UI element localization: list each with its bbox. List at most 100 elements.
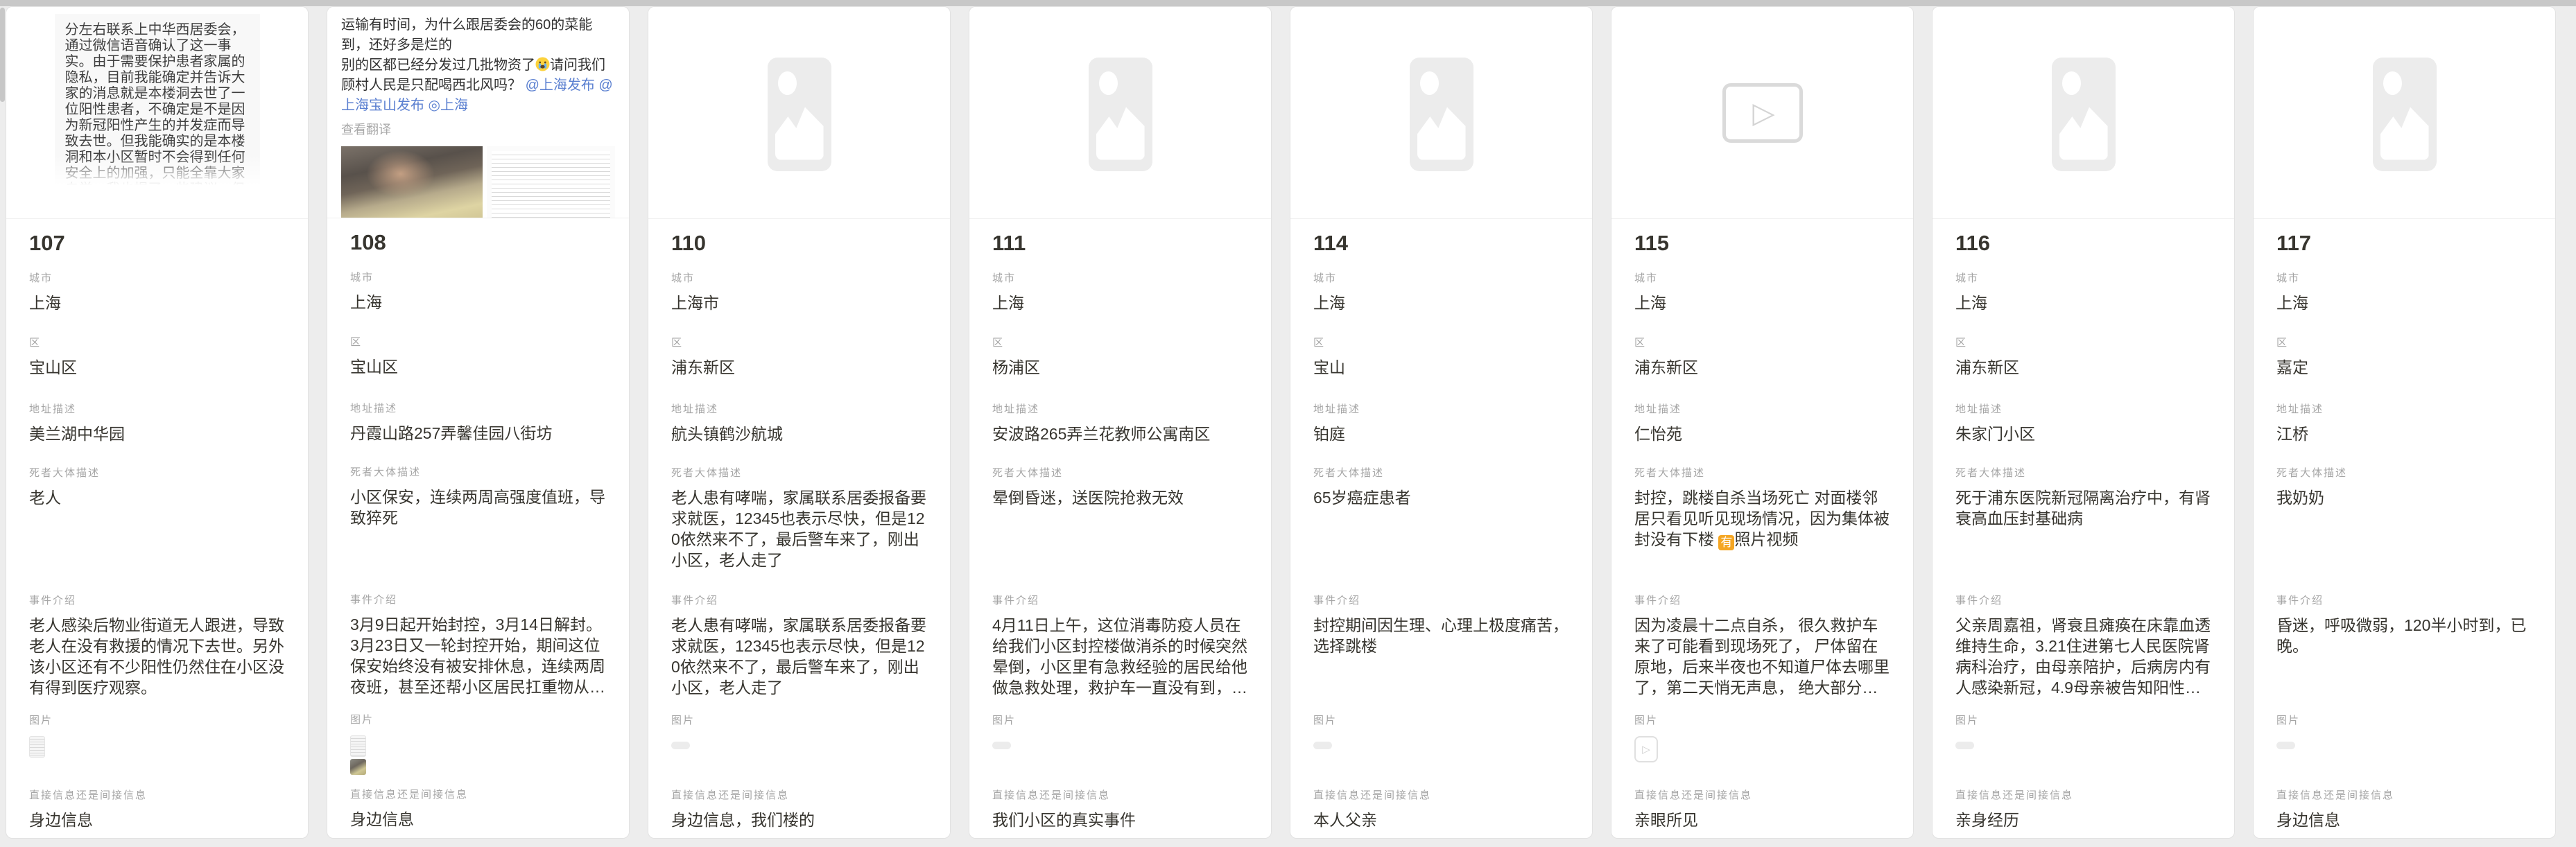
crying-emoji	[535, 57, 550, 71]
image-thumbnail[interactable]	[1955, 736, 2211, 753]
video-thumbnail[interactable]: ▷	[1634, 736, 1658, 762]
field-label-city: 城市	[1955, 272, 2211, 286]
field-victim: 死者大体描述 老人	[29, 466, 285, 594]
text-screenshot-image[interactable]: 分左右联系上中华西居委会，通过微信语音确认了这一事实。由于需要保护患者家属的隐私…	[55, 14, 260, 189]
field-label-district: 区	[2276, 336, 2532, 350]
attachment-pill-thumbnail[interactable]	[2276, 742, 2295, 749]
field-address: 地址描述 江桥	[2276, 403, 2532, 466]
field-label-address: 地址描述	[992, 403, 1248, 417]
text-screenshot-thumbnail[interactable]	[29, 736, 45, 758]
view-translation-link[interactable]: 查看翻译	[341, 120, 615, 138]
district-value: 宝山区	[29, 357, 285, 378]
field-label-victim: 死者大体描述	[992, 466, 1248, 480]
placeholder-mountain-shape	[1417, 107, 1466, 160]
gallery-board: 分左右联系上中华西居委会，通过微信语音确认了这一事实。由于需要保护患者家属的隐私…	[0, 0, 2576, 841]
field-label-image: 图片	[1313, 714, 1569, 728]
event-value: 3月9日起开始封控，3月14日解封。3月23日又一轮封控开始，期间这位保安始终没…	[350, 614, 606, 697]
field-label-source: 直接信息还是间接信息	[1313, 789, 1569, 803]
field-victim: 死者大体描述 老人患有哮喘，家属联系居委报备要求就医，12345也表示尽快，但是…	[671, 466, 927, 594]
record-card[interactable]: 运输有时间，为什么跟居委会的60的菜能到，还好多是烂的别的区都已经分发过几批物资…	[327, 6, 630, 839]
image-thumbnail[interactable]	[671, 736, 927, 753]
city-value: 上海	[29, 292, 285, 313]
event-value: 老人感染后物业街道无人跟进，导致老人在没有救援的情况下去世。另外该小区还有不少阳…	[29, 615, 285, 698]
vertical-scrollbar-thumb[interactable]	[0, 8, 5, 102]
post-photo[interactable]	[341, 146, 483, 218]
attachment-stack-thumbnail[interactable]	[350, 735, 366, 775]
field-label-victim: 死者大体描述	[2276, 466, 2532, 480]
field-label-address: 地址描述	[1634, 403, 1890, 417]
district-value: 浦东新区	[1955, 357, 2211, 378]
field-source: 直接信息还是间接信息 身边信息，我们楼的	[671, 789, 927, 830]
victim-value: 小区保安，连续两周高强度值班，导致猝死	[350, 487, 606, 528]
record-card[interactable]: ▷ 115 城市 上海 区 浦东新区 地址描述 仁怡苑 死者大体描述 封控，跳楼…	[1611, 6, 1914, 839]
field-event: 事件介绍 老人患有哮喘，家属联系居委报备要求就医，12345也表示尽快，但是12…	[671, 594, 927, 714]
field-label-source: 直接信息还是间接信息	[671, 789, 927, 803]
field-image: 图片 ▷	[1634, 714, 1890, 789]
record-card[interactable]: 分左右联系上中华西居委会，通过微信语音确认了这一事实。由于需要保护患者家属的隐私…	[6, 6, 309, 839]
field-city: 城市 上海	[29, 272, 285, 336]
field-image: 图片	[671, 714, 927, 789]
event-value: 昏迷，呼吸微弱，120半小时到，已晚。	[2276, 615, 2532, 656]
card-media	[1290, 7, 1592, 219]
address-value: 丹霞山路257弄馨佳园八街坊	[350, 423, 606, 444]
attachment-pill-thumbnail[interactable]	[1955, 742, 1974, 749]
city-value: 上海	[2276, 292, 2532, 313]
image-thumbnail[interactable]	[1313, 736, 1569, 753]
horizontal-scrollbar[interactable]	[0, 0, 2576, 6]
video-placeholder-icon: ▷	[1722, 83, 1803, 143]
card-number: 115	[1634, 230, 1890, 256]
field-label-event: 事件介绍	[992, 594, 1248, 608]
card-number: 114	[1313, 230, 1569, 256]
victim-value: 封控，跳楼自杀当场死亡 对面楼邻居只看见听见现场情况，因为集体被封没有下楼 有照…	[1634, 487, 1890, 550]
card-media	[969, 7, 1271, 219]
photo-thumbnail[interactable]	[350, 759, 366, 775]
post-text-screenshot[interactable]	[487, 146, 615, 218]
address-value: 仁怡苑	[1634, 424, 1890, 444]
card-body: 107 城市 上海 区 宝山区 地址描述 美兰湖中华园 死者大体描述 老人 事件…	[6, 219, 308, 830]
attachment-pill-thumbnail[interactable]	[1313, 742, 1332, 749]
source-value: 我们小区的真实事件	[992, 810, 1248, 830]
record-card[interactable]: 114 城市 上海 区 宝山 地址描述 铂庭 死者大体描述 65岁癌症患者 事件…	[1290, 6, 1593, 839]
card-media: 运输有时间，为什么跟居委会的60的菜能到，还好多是烂的别的区都已经分发过几批物资…	[327, 7, 629, 218]
placeholder-sun-shape	[2062, 71, 2081, 95]
field-label-image: 图片	[992, 714, 1248, 728]
card-number: 107	[29, 230, 285, 256]
record-card[interactable]: 117 城市 上海 区 嘉定 地址描述 江桥 死者大体描述 我奶奶 事件介绍 昏…	[2253, 6, 2556, 839]
post-links[interactable]: @上海发布 @上海宝山发布 ◎上海	[341, 78, 613, 113]
image-thumbnail[interactable]	[2276, 736, 2532, 753]
field-event: 事件介绍 3月9日起开始封控，3月14日解封。3月23日又一轮封控开始，期间这位…	[350, 593, 606, 713]
image-thumbnail[interactable]: ▷	[1634, 736, 1890, 762]
field-image: 图片	[350, 713, 606, 788]
field-district: 区 杨浦区	[992, 336, 1248, 403]
record-card[interactable]: 110 城市 上海市 区 浦东新区 地址描述 航头镇鹤沙航城 死者大体描述 老人…	[648, 6, 951, 839]
field-label-district: 区	[350, 335, 606, 349]
image-thumbnail[interactable]	[29, 736, 285, 761]
card-number: 110	[671, 230, 927, 256]
field-label-city: 城市	[1313, 272, 1569, 286]
text-screenshot-thumbnail[interactable]	[350, 735, 366, 757]
attachment-pill-thumbnail[interactable]	[992, 742, 1011, 749]
image-thumbnail[interactable]	[992, 736, 1248, 753]
attachment-pill-thumbnail[interactable]	[671, 742, 690, 749]
field-label-address: 地址描述	[1955, 403, 2211, 417]
image-thumbnail[interactable]	[350, 735, 606, 775]
city-value: 上海	[350, 292, 606, 313]
source-value: 身边信息	[350, 809, 606, 830]
record-card[interactable]: 111 城市 上海 区 杨浦区 地址描述 安波路265弄兰花教师公寓南区 死者大…	[969, 6, 1272, 839]
source-value: 本人父亲	[1313, 810, 1569, 830]
victim-value: 老人	[29, 487, 285, 508]
card-number: 108	[350, 229, 606, 256]
image-fade	[55, 155, 260, 189]
record-card[interactable]: 116 城市 上海 区 浦东新区 地址描述 朱家门小区 死者大体描述 死于浦东医…	[1932, 6, 2235, 839]
field-image: 图片	[992, 714, 1248, 789]
field-city: 城市 上海市	[671, 272, 927, 336]
district-value: 宝山区	[350, 356, 606, 377]
field-label-source: 直接信息还是间接信息	[2276, 789, 2532, 803]
you-badge-emoji: 有	[1718, 535, 1734, 550]
victim-value: 65岁癌症患者	[1313, 487, 1569, 508]
field-event: 事件介绍 昏迷，呼吸微弱，120半小时到，已晚。	[2276, 594, 2532, 714]
field-label-event: 事件介绍	[671, 594, 927, 608]
field-label-victim: 死者大体描述	[1634, 466, 1890, 480]
field-label-event: 事件介绍	[1634, 594, 1890, 608]
placeholder-mountain-shape	[1096, 107, 1145, 160]
